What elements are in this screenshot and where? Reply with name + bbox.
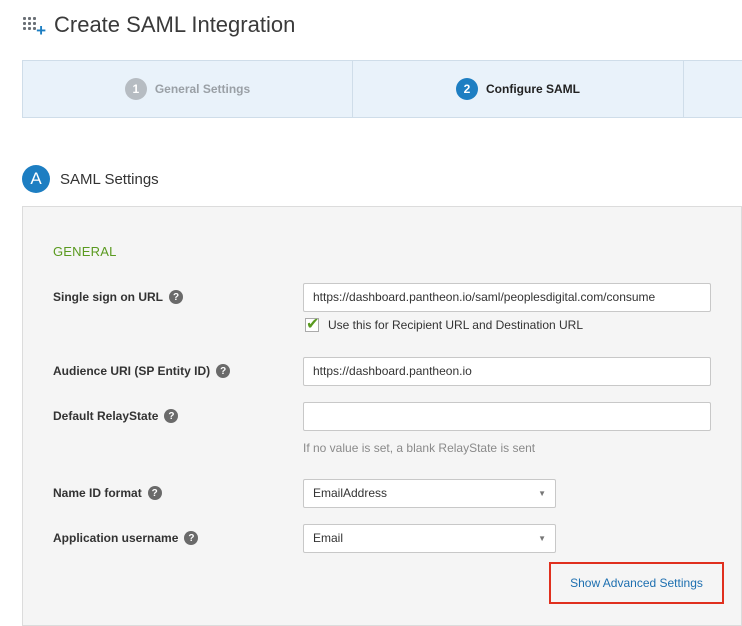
recipient-url-checkbox[interactable]: ✔ [305, 316, 319, 333]
step-label: Configure SAML [486, 82, 580, 96]
advanced-settings-highlight: Show Advanced Settings [549, 562, 724, 604]
step-next [684, 61, 742, 117]
step-general-settings[interactable]: 1 General Settings [23, 61, 353, 117]
help-icon[interactable]: ? [169, 290, 183, 304]
step-configure-saml[interactable]: 2 Configure SAML [353, 61, 684, 117]
dropdown-arrow-icon: ▼ [538, 489, 546, 498]
help-icon[interactable]: ? [164, 409, 179, 423]
audience-uri-label: Audience URI (SP Entity ID) ? [53, 364, 231, 378]
step-label: General Settings [154, 82, 251, 96]
sso-url-label: Single sign on URL ? [53, 290, 183, 304]
help-icon[interactable]: ? [147, 486, 162, 500]
name-id-format-select[interactable]: EmailAddress ▼ [303, 479, 556, 508]
relay-state-hint: If no value is set, a blank RelayState i… [303, 441, 536, 455]
add-app-grid-icon: + [22, 14, 46, 39]
select-value: EmailAddress [313, 486, 388, 500]
sso-url-input[interactable]: https://dashboard.pantheon.io/saml/peopl… [303, 283, 711, 312]
select-value: Email [313, 531, 344, 545]
app-username-label: Application username ? [53, 531, 199, 545]
show-advanced-settings-link[interactable]: Show Advanced Settings [570, 576, 703, 590]
wizard-steps: 1 General Settings 2 Configure SAML [22, 60, 742, 118]
page-header: + Create SAML Integration [22, 10, 295, 40]
app-username-select[interactable]: Email ▼ [303, 524, 556, 553]
general-group-title: GENERAL [53, 244, 117, 259]
relay-state-input[interactable] [303, 402, 711, 431]
recipient-url-checkbox-row[interactable]: ✔ Use this for Recipient URL and Destina… [305, 316, 584, 333]
step-number: 2 [456, 78, 478, 100]
checkbox-label: Use this for Recipient URL and Destinati… [328, 318, 584, 332]
relay-state-label: Default RelayState ? [53, 409, 179, 423]
page-title: Create SAML Integration [54, 12, 296, 37]
name-id-format-label: Name ID format ? [53, 486, 162, 500]
section-title: SAML Settings [60, 170, 159, 188]
checkmark-icon: ✔ [306, 316, 320, 333]
audience-uri-input[interactable]: https://dashboard.pantheon.io [303, 357, 711, 386]
saml-settings-panel: GENERAL Single sign on URL ? https://das… [22, 206, 742, 626]
dropdown-arrow-icon: ▼ [538, 534, 546, 543]
help-icon[interactable]: ? [184, 531, 199, 545]
step-number: 1 [124, 78, 147, 100]
section-heading: A SAML Settings [22, 165, 159, 193]
section-badge: A [22, 165, 50, 193]
help-icon[interactable]: ? [216, 364, 231, 378]
